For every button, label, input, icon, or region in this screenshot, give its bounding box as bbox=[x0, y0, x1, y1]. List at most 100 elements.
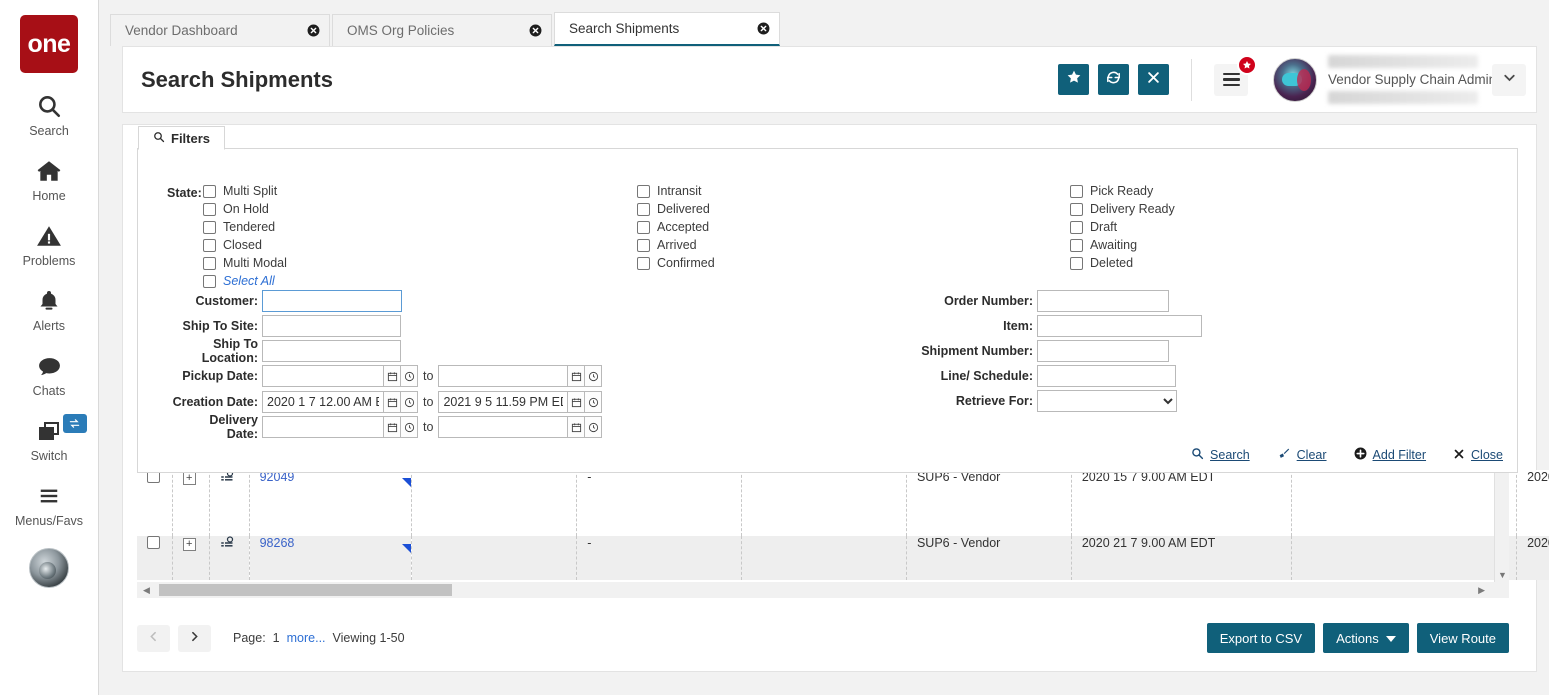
select-all-label[interactable]: Select All bbox=[223, 274, 275, 288]
checkbox-input[interactable] bbox=[637, 185, 650, 198]
calendar-icon[interactable] bbox=[568, 416, 585, 438]
checkbox-input[interactable] bbox=[203, 221, 216, 234]
checkbox-input[interactable] bbox=[1070, 185, 1083, 198]
creation-date-from-input[interactable] bbox=[262, 391, 384, 413]
order-number-input[interactable] bbox=[1037, 290, 1169, 312]
checkbox-confirmed[interactable]: Confirmed bbox=[637, 254, 715, 272]
checkbox-input[interactable] bbox=[1070, 239, 1083, 252]
clock-icon[interactable] bbox=[401, 365, 418, 387]
filter-clear-link[interactable]: Clear bbox=[1277, 447, 1327, 463]
checkbox-accepted[interactable]: Accepted bbox=[637, 218, 715, 236]
calendar-icon[interactable] bbox=[384, 365, 401, 387]
checkbox-multi-split[interactable]: Multi Split bbox=[203, 182, 287, 200]
checkbox-input[interactable] bbox=[1070, 257, 1083, 270]
checkbox-select-all[interactable]: Select All bbox=[203, 272, 287, 290]
ship-to-location-input[interactable] bbox=[262, 340, 401, 362]
scrollbar-thumb[interactable] bbox=[159, 584, 452, 596]
tab-search-shipments[interactable]: Search Shipments bbox=[554, 12, 780, 46]
filter-close-link[interactable]: Close bbox=[1453, 448, 1503, 463]
grid-vertical-scrollbar[interactable]: ▼ bbox=[1494, 470, 1509, 582]
checkbox-input[interactable] bbox=[637, 239, 650, 252]
more-pages-link[interactable]: more... bbox=[287, 631, 326, 645]
checkbox-intransit[interactable]: Intransit bbox=[637, 182, 715, 200]
close-icon[interactable] bbox=[307, 24, 320, 37]
checkbox-arrived[interactable]: Arrived bbox=[637, 236, 715, 254]
pickup-date-to-input[interactable] bbox=[438, 365, 568, 387]
close-icon[interactable] bbox=[529, 24, 542, 37]
checkbox-input[interactable] bbox=[203, 185, 216, 198]
rail-item-home[interactable]: Home bbox=[0, 154, 99, 203]
rail-item-switch[interactable]: Switch bbox=[0, 414, 99, 463]
rail-item-alerts[interactable]: Alerts bbox=[0, 284, 99, 333]
line-schedule-input[interactable] bbox=[1037, 365, 1176, 387]
rail-item-search[interactable]: Search bbox=[0, 89, 99, 138]
customer-input[interactable] bbox=[262, 290, 402, 312]
creation-date-to-input[interactable] bbox=[438, 391, 568, 413]
grid-horizontal-scrollbar[interactable]: ◀ ▶ bbox=[137, 582, 1509, 598]
ship-to-site-input[interactable] bbox=[262, 315, 401, 337]
tab-oms-org-policies[interactable]: OMS Org Policies bbox=[332, 14, 552, 46]
item-input[interactable] bbox=[1037, 315, 1202, 337]
next-page-button[interactable] bbox=[178, 625, 211, 652]
scroll-down-icon[interactable]: ▼ bbox=[1498, 570, 1507, 580]
table-row[interactable]: + 98268 bbox=[137, 536, 1549, 580]
checkbox-input[interactable] bbox=[203, 239, 216, 252]
clock-icon[interactable] bbox=[401, 416, 418, 438]
rail-item-chats[interactable]: Chats bbox=[0, 349, 99, 398]
checkbox-input[interactable] bbox=[1070, 203, 1083, 216]
clock-icon[interactable] bbox=[401, 391, 418, 413]
view-route-button[interactable]: View Route bbox=[1417, 623, 1509, 653]
checkbox-awaiting[interactable]: Awaiting bbox=[1070, 236, 1175, 254]
user-menu-button[interactable] bbox=[1492, 64, 1526, 96]
pickup-date-from-input[interactable] bbox=[262, 365, 384, 387]
checkbox-draft[interactable]: Draft bbox=[1070, 218, 1175, 236]
checkbox-tendered[interactable]: Tendered bbox=[203, 218, 287, 236]
shipment-id-link[interactable]: 98268 bbox=[260, 536, 295, 550]
delivery-date-to-input[interactable] bbox=[438, 416, 568, 438]
export-to-csv-button[interactable]: Export to CSV bbox=[1207, 623, 1315, 653]
shipment-route-icon[interactable] bbox=[220, 540, 235, 554]
clock-icon[interactable] bbox=[585, 416, 602, 438]
calendar-icon[interactable] bbox=[384, 391, 401, 413]
clock-icon[interactable] bbox=[585, 365, 602, 387]
delivery-date-from-input[interactable] bbox=[262, 416, 384, 438]
shipment-route-icon[interactable] bbox=[220, 474, 235, 488]
favorite-button[interactable] bbox=[1058, 64, 1089, 95]
checkbox-input[interactable] bbox=[203, 257, 216, 270]
expand-row-icon[interactable]: + bbox=[183, 538, 196, 551]
checkbox-pick-ready[interactable]: Pick Ready bbox=[1070, 182, 1175, 200]
previous-page-button[interactable] bbox=[137, 625, 170, 652]
checkbox-input[interactable] bbox=[637, 257, 650, 270]
checkbox-closed[interactable]: Closed bbox=[203, 236, 287, 254]
table-row[interactable]: + 92049 bbox=[137, 470, 1549, 536]
tab-vendor-dashboard[interactable]: Vendor Dashboard bbox=[110, 14, 330, 46]
row-checkbox[interactable] bbox=[147, 536, 160, 549]
filter-add-filter-link[interactable]: Add Filter bbox=[1354, 447, 1427, 463]
retrieve-for-select[interactable] bbox=[1037, 390, 1177, 412]
filter-search-link[interactable]: Search bbox=[1191, 447, 1250, 463]
clock-icon[interactable] bbox=[585, 391, 602, 413]
calendar-icon[interactable] bbox=[568, 365, 585, 387]
app-logo[interactable]: one bbox=[20, 15, 78, 73]
checkbox-input[interactable] bbox=[637, 203, 650, 216]
checkbox-input[interactable] bbox=[1070, 221, 1083, 234]
checkbox-input[interactable] bbox=[203, 203, 216, 216]
checkbox-delivered[interactable]: Delivered bbox=[637, 200, 715, 218]
calendar-icon[interactable] bbox=[384, 416, 401, 438]
rail-item-menus-favs[interactable]: Menus/Favs bbox=[0, 479, 99, 528]
rail-avatar[interactable] bbox=[29, 548, 69, 588]
checkbox-delivery-ready[interactable]: Delivery Ready bbox=[1070, 200, 1175, 218]
close-icon[interactable] bbox=[757, 22, 770, 35]
shipment-number-input[interactable] bbox=[1037, 340, 1169, 362]
checkbox-on-hold[interactable]: On Hold bbox=[203, 200, 287, 218]
expand-row-icon[interactable]: + bbox=[183, 472, 196, 485]
swap-arrows-icon[interactable] bbox=[63, 414, 87, 433]
rail-item-problems[interactable]: Problems bbox=[0, 219, 99, 268]
refresh-button[interactable] bbox=[1098, 64, 1129, 95]
scroll-right-icon[interactable]: ▶ bbox=[1478, 585, 1485, 596]
avatar[interactable] bbox=[1273, 58, 1317, 102]
checkbox-deleted[interactable]: Deleted bbox=[1070, 254, 1175, 272]
actions-button[interactable]: Actions bbox=[1323, 623, 1409, 653]
checkbox-input[interactable] bbox=[203, 275, 216, 288]
close-button[interactable] bbox=[1138, 64, 1169, 95]
